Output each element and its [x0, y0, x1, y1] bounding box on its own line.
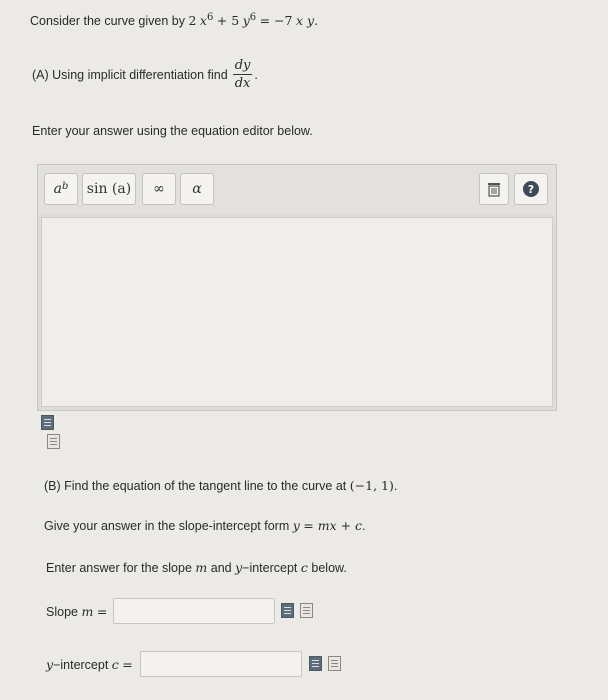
- dydx-denominator: dx: [234, 76, 251, 91]
- eq-exp1: 6: [206, 12, 214, 23]
- part-a-text: (A) Using implicit differentiation find: [32, 67, 228, 82]
- eq-rhs: = −7: [259, 13, 293, 29]
- eq-var1: x: [199, 13, 207, 29]
- question-intro: Consider the curve given by: [30, 14, 185, 29]
- dydx-fraction: dy dx: [232, 58, 253, 91]
- help-sheet-icon[interactable]: [47, 434, 60, 449]
- enter-mid2: −intercept: [242, 561, 298, 575]
- part-b-heading-text: (B) Find the equation of the tangent lin…: [44, 479, 347, 493]
- power-button[interactable]: ab: [44, 173, 78, 205]
- eq-coef1: 2: [188, 13, 197, 29]
- slope-form-prompt: Give your answer in the slope-intercept …: [44, 518, 366, 533]
- alpha-symbol: α: [192, 181, 202, 197]
- sin-arg: (a): [111, 181, 132, 197]
- form-prefix: Give your answer in the slope-intercept …: [44, 519, 290, 533]
- form-end: .: [362, 519, 366, 533]
- enter-c: c: [300, 560, 308, 575]
- greek-alpha-button[interactable]: α: [180, 173, 214, 205]
- part-b-heading: (B) Find the equation of the tangent lin…: [44, 478, 397, 493]
- infinity-button[interactable]: ∞: [142, 173, 176, 205]
- slope-input[interactable]: [113, 598, 275, 624]
- enter-prefix: Enter answer for the slope: [46, 561, 192, 575]
- dydx-numerator: dy: [232, 58, 253, 75]
- intercept-input[interactable]: [140, 651, 302, 677]
- intercept-y: y: [46, 657, 54, 672]
- slope-preview-icon[interactable]: [281, 603, 294, 618]
- enter-mid: and: [210, 561, 232, 575]
- preview-icon[interactable]: [41, 415, 54, 430]
- delete-button[interactable]: [479, 173, 509, 205]
- form-eq-rest: = mx + c: [303, 518, 363, 533]
- power-exp: b: [61, 180, 69, 192]
- sin-button[interactable]: sin (a): [82, 173, 136, 205]
- part-a-prompt: (A) Using implicit differentiation find …: [32, 58, 258, 91]
- slope-var: m: [81, 604, 94, 619]
- slope-label-text: Slope: [46, 605, 78, 619]
- slope-eq: =: [96, 604, 108, 619]
- sin-label: sin: [86, 181, 108, 197]
- part-a-end: .: [254, 67, 258, 82]
- enter-end: below.: [311, 561, 347, 575]
- intercept-eq: =: [122, 657, 133, 672]
- power-base: a: [53, 181, 62, 197]
- intercept-var: c: [111, 657, 119, 672]
- eq-exp2: 6: [249, 12, 257, 23]
- enter-m: m: [195, 560, 208, 575]
- tangent-point: (−1, 1): [349, 478, 394, 493]
- form-eq-y: y: [292, 518, 300, 533]
- editor-toolbar: ab sin (a) ∞ α ?: [38, 165, 556, 215]
- eq-end: .: [314, 13, 319, 29]
- editor-instructions: Enter your answer using the equation edi…: [32, 124, 313, 138]
- trash-icon: [488, 182, 500, 197]
- slope-help-icon[interactable]: [300, 603, 313, 618]
- question-icon: ?: [523, 181, 539, 197]
- intercept-label-text: −intercept: [53, 658, 109, 672]
- slope-label: Slope m =: [46, 604, 107, 619]
- question-statement: Consider the curve given by 2 x6 + 5 y6 …: [30, 12, 318, 28]
- part-b-heading-end: .: [393, 479, 398, 493]
- eq-plus: + 5: [216, 13, 240, 29]
- equation-editor: ab sin (a) ∞ α ?: [37, 164, 557, 411]
- intercept-preview-icon[interactable]: [309, 656, 322, 671]
- intercept-help-icon[interactable]: [328, 656, 341, 671]
- eq-xy: x y: [295, 13, 315, 29]
- help-button[interactable]: ?: [514, 173, 548, 205]
- eq-var2: y: [242, 13, 250, 29]
- infinity-symbol: ∞: [153, 181, 165, 197]
- enter-answer-prompt: Enter answer for the slope m and y−inter…: [46, 560, 347, 575]
- intercept-label: y−intercept c =: [46, 657, 133, 672]
- answer-input-area[interactable]: [41, 217, 553, 407]
